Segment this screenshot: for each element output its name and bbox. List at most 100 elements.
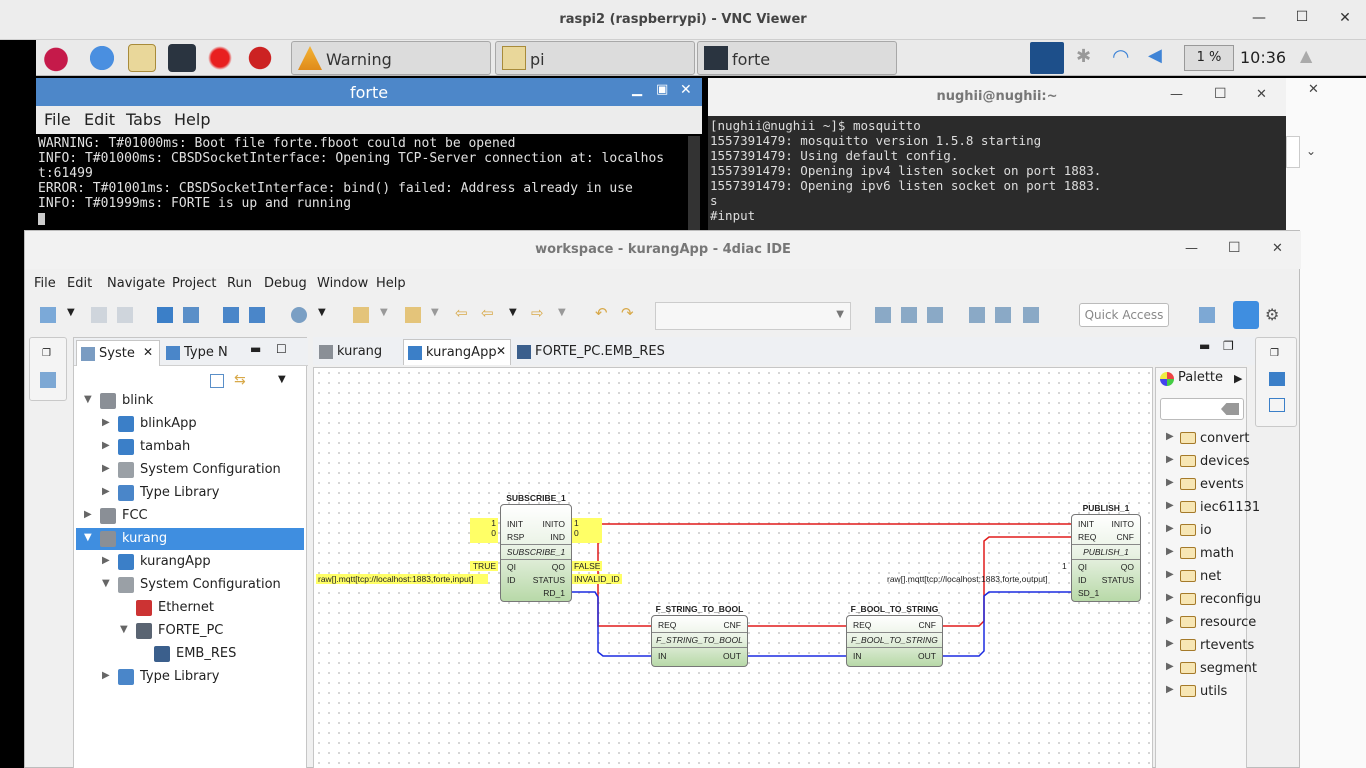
minimize-editor-icon[interactable]: ▬ xyxy=(1199,339,1210,353)
restore-icon[interactable]: ❐ xyxy=(1270,348,1279,359)
tree-item-emb-res[interactable]: EMB_RES xyxy=(76,643,304,665)
file-manager-icon[interactable] xyxy=(128,44,156,72)
tree-item-system-configuration[interactable]: ▼ System Configuration xyxy=(76,574,304,596)
align-top-icon[interactable] xyxy=(969,307,985,323)
back-dropdown-icon[interactable]: ▼ xyxy=(509,307,517,318)
tree-item-tambah[interactable]: ▶ tambah xyxy=(76,436,304,458)
ide-close-button[interactable]: ✕ xyxy=(1272,241,1283,256)
ide-maximize-button[interactable]: ☐ xyxy=(1228,240,1241,256)
open-perspective-icon[interactable] xyxy=(1199,307,1215,323)
collapsed-arrow-icon[interactable]: ▶ xyxy=(1166,454,1174,465)
palette-folder-convert[interactable]: ▶ convert xyxy=(1156,428,1249,450)
new-icon[interactable] xyxy=(40,307,56,323)
tree-item-kurang[interactable]: ▼ kurang xyxy=(76,528,304,550)
port-status[interactable]: STATUS xyxy=(1102,575,1134,585)
menu-navigate[interactable]: Navigate xyxy=(107,276,165,291)
bg-combo[interactable] xyxy=(1286,136,1300,168)
menu-debug[interactable]: Debug xyxy=(264,276,307,291)
link-with-editor-icon[interactable]: ⇆ xyxy=(234,372,246,388)
menu-edit[interactable]: Edit xyxy=(67,276,92,291)
port-req[interactable]: REQ xyxy=(1078,532,1096,542)
maximize-view-icon[interactable]: ☐ xyxy=(276,342,287,356)
system-perspective-icon[interactable] xyxy=(1233,301,1259,329)
collapsed-arrow-icon[interactable]: ▶ xyxy=(1166,592,1174,603)
save-all-icon[interactable] xyxy=(117,307,133,323)
chevron-down-icon[interactable]: ⌄ xyxy=(1306,144,1316,158)
expanded-arrow-icon[interactable]: ▼ xyxy=(84,532,96,543)
palette-folder-io[interactable]: ▶ io xyxy=(1156,520,1246,542)
port-out[interactable]: OUT xyxy=(723,651,741,661)
tree-item-blink[interactable]: ▼ blink xyxy=(76,390,304,412)
forte-maximize-button[interactable]: ▣ xyxy=(656,82,668,97)
port-init[interactable]: INIT xyxy=(1078,519,1094,529)
forte-menu-help[interactable]: Help xyxy=(174,110,210,129)
tree-item-fcc[interactable]: ▶ FCC xyxy=(76,505,304,527)
port-rsp[interactable]: RSP xyxy=(507,532,524,542)
port-init[interactable]: INIT xyxy=(507,519,523,529)
collapsed-arrow-icon[interactable]: ▶ xyxy=(1166,500,1174,511)
port-qi[interactable]: QI xyxy=(507,562,516,572)
collapsed-arrow-icon[interactable]: ▶ xyxy=(1166,523,1174,534)
fb-f-string-to-bool[interactable]: F_STRING_TO_BOOL REQ CNF F_STRING_TO_BOO… xyxy=(651,604,748,667)
vnc-maximize-button[interactable]: ☐ xyxy=(1291,9,1313,25)
expanded-arrow-icon[interactable]: ▼ xyxy=(84,394,96,405)
align-right-icon[interactable] xyxy=(927,307,943,323)
back-icon[interactable]: ⇦ xyxy=(481,304,494,322)
nughii-maximize-button[interactable]: ☐ xyxy=(1214,86,1227,102)
collapsed-arrow-icon[interactable]: ▶ xyxy=(102,555,114,566)
restore-icon[interactable]: ❐ xyxy=(42,348,51,359)
port-qo[interactable]: QO xyxy=(552,562,565,572)
menu-window[interactable]: Window xyxy=(317,276,368,291)
bg-close-button[interactable]: ✕ xyxy=(1308,82,1319,97)
vnc-server-icon[interactable] xyxy=(1030,42,1064,74)
fb-f-bool-to-string[interactable]: F_BOOL_TO_STRING REQ CNF F_BOOL_TO_STRIN… xyxy=(846,604,943,667)
port-inito[interactable]: INITO xyxy=(542,519,565,529)
undo-icon[interactable]: ↶ xyxy=(595,304,608,322)
palette-folder-resource[interactable]: ▶ resource xyxy=(1156,612,1256,634)
palette-folder-devices[interactable]: ▶ devices xyxy=(1156,451,1249,473)
forte-menu-edit[interactable]: Edit xyxy=(84,110,115,129)
align-center-icon[interactable] xyxy=(901,307,917,323)
port-ind[interactable]: IND xyxy=(550,532,565,542)
palette-folder-math[interactable]: ▶ math xyxy=(1156,543,1246,565)
collapsed-arrow-icon[interactable]: ▶ xyxy=(1166,569,1174,580)
collapsed-arrow-icon[interactable]: ▶ xyxy=(1166,661,1174,672)
tree-item-blinkapp[interactable]: ▶ blinkApp xyxy=(76,413,304,435)
port-id[interactable]: ID xyxy=(507,575,516,585)
palette-folder-net[interactable]: ▶ net xyxy=(1156,566,1246,588)
redo-icon[interactable]: ↷ xyxy=(621,304,634,322)
new-application-icon[interactable] xyxy=(183,307,199,323)
collapsed-arrow-icon[interactable]: ▶ xyxy=(1166,477,1174,488)
raspberry-menu-icon[interactable] xyxy=(42,44,70,72)
fb-network-canvas[interactable]: SUBSCRIBE_1 INIT RSP INITO IND SUBSCRIBE… xyxy=(313,367,1153,768)
console-view-icon[interactable] xyxy=(1269,372,1285,386)
taskbar-task-forte[interactable]: forte xyxy=(697,41,897,75)
save-icon[interactable] xyxy=(91,307,107,323)
close-icon[interactable]: ✕ xyxy=(143,345,153,359)
tree-item-ethernet[interactable]: Ethernet xyxy=(76,597,304,619)
quick-access-input[interactable]: Quick Access xyxy=(1079,303,1169,327)
web-browser-icon[interactable] xyxy=(88,44,116,72)
port-qi[interactable]: QI xyxy=(1078,562,1087,572)
expanded-arrow-icon[interactable]: ▼ xyxy=(102,578,114,589)
view-menu-icon[interactable]: ▼ xyxy=(278,374,286,385)
menu-file[interactable]: File xyxy=(34,276,56,291)
taskbar-task-warning[interactable]: Warning xyxy=(291,41,491,75)
palette-folder-iec61131[interactable]: ▶ iec61131 xyxy=(1156,497,1260,519)
collapsed-arrow-icon[interactable]: ▶ xyxy=(1166,546,1174,557)
new-type-icon[interactable] xyxy=(223,307,239,323)
port-req[interactable]: REQ xyxy=(853,620,871,630)
tree-item-kurangapp[interactable]: ▶ kurangApp xyxy=(76,551,304,573)
vnc-close-button[interactable]: ✕ xyxy=(1334,10,1356,26)
collapsed-arrow-icon[interactable]: ▶ xyxy=(84,509,96,520)
close-icon[interactable]: ✕ xyxy=(496,344,506,358)
new-system-icon[interactable] xyxy=(157,307,173,323)
port-in[interactable]: IN xyxy=(853,651,862,661)
clear-search-icon[interactable] xyxy=(1221,403,1239,415)
forte-terminal-output[interactable]: WARNING: T#01000ms: Boot file forte.fboo… xyxy=(38,136,688,230)
deployment-perspective-icon[interactable]: ⚙ xyxy=(1265,305,1279,324)
next-annotation-dropdown-icon[interactable]: ▼ xyxy=(380,307,388,318)
port-sd1[interactable]: SD_1 xyxy=(1078,588,1099,598)
collapsed-arrow-icon[interactable]: ▶ xyxy=(1166,615,1174,626)
port-req[interactable]: REQ xyxy=(658,620,676,630)
